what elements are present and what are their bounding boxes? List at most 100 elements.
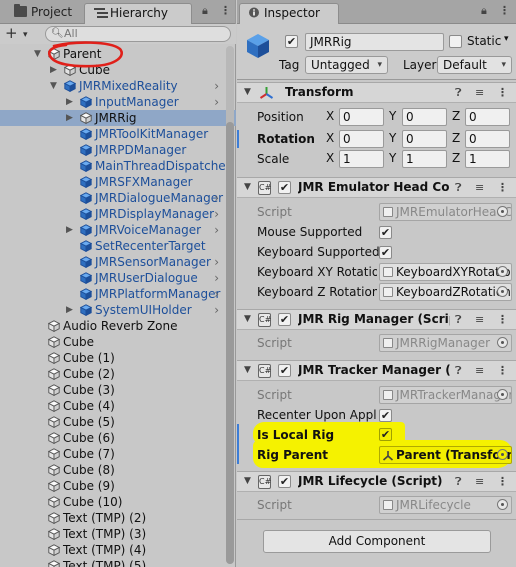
scale-x-field[interactable]: 1 <box>339 150 384 168</box>
hierarchy-item[interactable]: Text (TMP) (4) <box>0 542 236 558</box>
hierarchy-item[interactable]: JMRPlatformManager › <box>0 286 236 302</box>
preset-icon[interactable]: ≡ <box>475 86 484 99</box>
rig-manager-header[interactable]: ▼ C# ✔ JMR Rig Manager (Script) ❓︎ ≡ ⋮ <box>237 309 516 330</box>
help-icon[interactable]: ❓︎ <box>455 364 462 378</box>
hierarchy-item[interactable]: ▶ InputManager › <box>0 94 236 110</box>
hierarchy-item[interactable]: Cube (1) <box>0 350 236 366</box>
tracker-manager-header[interactable]: ▼ C# ✔ JMR Tracker Manager (Script) ❓︎ ≡… <box>237 360 516 381</box>
hierarchy-item[interactable]: Cube (10) <box>0 494 236 510</box>
hierarchy-item[interactable]: Text (TMP) (2) <box>0 510 236 526</box>
rig-parent-field[interactable]: Parent (Transform) <box>379 446 512 464</box>
hierarchy-item[interactable]: JMRDialogueManager › <box>0 190 236 206</box>
hierarchy-item[interactable]: ▶ JMRRig <box>0 110 236 126</box>
scale-axis-label[interactable]: Y <box>389 151 396 165</box>
keyboard-xy-field[interactable]: KeyboardXYRotation <box>379 263 512 281</box>
help-icon[interactable]: ❓︎ <box>455 86 462 100</box>
hierarchy-item[interactable]: Cube (8) <box>0 462 236 478</box>
object-picker-icon[interactable] <box>497 286 508 297</box>
hierarchy-item[interactable]: JMRToolKitManager <box>0 126 236 142</box>
scale-y-field[interactable]: 1 <box>402 150 447 168</box>
more-menu-icon[interactable]: ⋮ <box>220 4 231 17</box>
hierarchy-item[interactable]: JMRUserDialogue › <box>0 270 236 286</box>
hierarchy-item[interactable]: Cube (5) <box>0 414 236 430</box>
rotation-y-field[interactable]: 0 <box>402 130 447 148</box>
active-checkbox[interactable]: ✔ <box>285 35 298 48</box>
help-icon[interactable]: ❓︎ <box>455 181 462 195</box>
is-local-rig-checkbox[interactable]: ✔ <box>379 428 392 441</box>
hierarchy-item[interactable]: Cube (9) <box>0 478 236 494</box>
static-checkbox[interactable] <box>449 35 462 48</box>
hierarchy-item[interactable]: ▶ SystemUIHolder › <box>0 302 236 318</box>
recenter-checkbox[interactable]: ✔ <box>379 409 392 422</box>
tab-inspector[interactable]: Inspector <box>239 3 339 24</box>
fold-arrow-icon[interactable]: ▼ <box>244 365 251 375</box>
preset-icon[interactable]: ≡ <box>475 364 484 377</box>
tab-hierarchy[interactable]: Hierarchy <box>84 3 192 24</box>
more-menu-icon[interactable]: ⋮ <box>497 364 508 377</box>
position-axis-label[interactable]: Z <box>452 109 460 123</box>
help-icon[interactable]: ❓︎ <box>455 475 462 489</box>
hierarchy-item[interactable]: SetRecenterTarget <box>0 238 236 254</box>
head-control-header[interactable]: ▼ C# ✔ JMR Emulator Head Control (Script… <box>237 177 516 198</box>
component-enabled-checkbox[interactable]: ✔ <box>278 181 291 194</box>
mouse-supported-checkbox[interactable]: ✔ <box>379 226 392 239</box>
fold-arrow-icon[interactable]: ▼ <box>244 476 251 486</box>
rotation-axis-label[interactable]: X <box>326 131 334 145</box>
hierarchy-item[interactable]: Cube (6) <box>0 430 236 446</box>
transform-header[interactable]: ▼ Transform ❓︎ ≡ ⋮ <box>237 82 516 103</box>
open-prefab-icon[interactable]: › <box>214 286 219 302</box>
position-y-field[interactable]: 0 <box>402 108 447 126</box>
hierarchy-item[interactable]: Text (TMP) (5) <box>0 558 236 567</box>
help-icon[interactable]: ❓︎ <box>455 313 462 327</box>
more-menu-icon[interactable]: ⋮ <box>497 475 508 488</box>
position-x-field[interactable]: 0 <box>339 108 384 126</box>
rotation-axis-label[interactable]: Y <box>389 131 396 145</box>
hierarchy-item[interactable]: JMRPDManager <box>0 142 236 158</box>
hierarchy-item[interactable]: JMRSensorManager › <box>0 254 236 270</box>
open-prefab-icon[interactable]: › <box>214 206 219 222</box>
create-button[interactable]: + ▾ <box>5 25 35 42</box>
position-axis-label[interactable]: Y <box>389 109 396 123</box>
chevron-down-icon[interactable]: ▾ <box>504 34 509 44</box>
scale-z-field[interactable]: 1 <box>465 150 510 168</box>
expand-arrow-down-icon[interactable]: ▼ <box>50 78 57 94</box>
rotation-z-field[interactable]: 0 <box>465 130 510 148</box>
expand-arrow-down-icon[interactable]: ▼ <box>34 46 41 62</box>
open-prefab-icon[interactable]: › <box>214 94 219 110</box>
position-z-field[interactable]: 0 <box>465 108 510 126</box>
expand-arrow-right-icon[interactable]: ▶ <box>66 94 73 110</box>
open-prefab-icon[interactable]: › <box>214 302 219 318</box>
hierarchy-item[interactable]: Cube (4) <box>0 398 236 414</box>
hierarchy-item[interactable]: Cube (2) <box>0 366 236 382</box>
expand-arrow-right-icon[interactable]: ▶ <box>66 302 73 318</box>
position-axis-label[interactable]: X <box>326 109 334 123</box>
more-menu-icon[interactable]: ⋮ <box>499 4 510 17</box>
more-menu-icon[interactable]: ⋮ <box>497 86 508 99</box>
more-menu-icon[interactable]: ⋮ <box>497 313 508 326</box>
hierarchy-item[interactable]: ▶ JMRVoiceManager › <box>0 222 236 238</box>
layer-dropdown[interactable]: Default ▾ <box>437 56 512 74</box>
open-prefab-icon[interactable]: › <box>214 254 219 270</box>
component-enabled-checkbox[interactable]: ✔ <box>278 313 291 326</box>
hierarchy-item[interactable]: ▼ JMRMixedReality › <box>0 78 236 94</box>
fold-arrow-icon[interactable]: ▼ <box>244 87 251 97</box>
open-prefab-icon[interactable]: › <box>214 78 219 94</box>
open-prefab-icon[interactable]: › <box>214 222 219 238</box>
hierarchy-item[interactable]: JMRDisplayManager › <box>0 206 236 222</box>
rotation-axis-label[interactable]: Z <box>452 131 460 145</box>
component-enabled-checkbox[interactable]: ✔ <box>278 475 291 488</box>
object-name-field[interactable]: JMRRig <box>305 33 444 51</box>
hierarchy-item[interactable]: Cube (3) <box>0 382 236 398</box>
keyboard-z-field[interactable]: KeyboardZRotation <box>379 283 512 301</box>
fold-arrow-icon[interactable]: ▼ <box>244 314 251 324</box>
open-prefab-icon[interactable]: › <box>214 270 219 286</box>
preset-icon[interactable]: ≡ <box>475 313 484 326</box>
hierarchy-item[interactable]: JMRSFXManager <box>0 174 236 190</box>
component-enabled-checkbox[interactable]: ✔ <box>278 364 291 377</box>
fold-arrow-icon[interactable]: ▼ <box>244 182 251 192</box>
object-picker-icon[interactable] <box>497 449 508 460</box>
lifecycle-header[interactable]: ▼ C# ✔ JMR Lifecycle (Script) ❓︎ ≡ ⋮ <box>237 471 516 492</box>
hierarchy-item[interactable]: Cube (7) <box>0 446 236 462</box>
tab-project[interactable]: Project <box>6 3 78 24</box>
expand-arrow-right-icon[interactable]: ▶ <box>66 222 73 238</box>
